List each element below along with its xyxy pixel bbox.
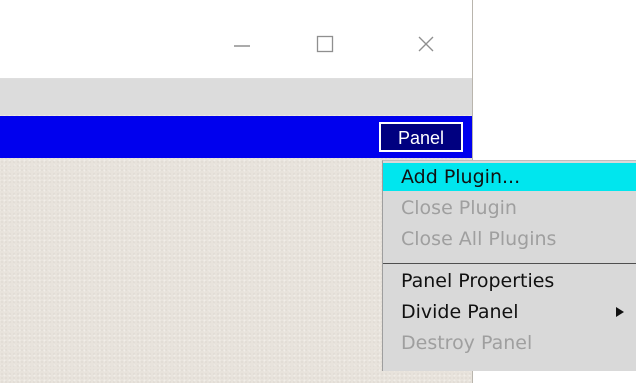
menu-item-divide-panel-label: Divide Panel [401, 301, 519, 323]
panel-context-menu: Add Plugin... Close Plugin Close All Plu… [382, 160, 636, 371]
menu-item-close-all-plugins: Close All Plugins [401, 228, 557, 250]
maximize-icon [316, 35, 334, 53]
menu-item-panel-properties[interactable]: Panel Properties [383, 267, 636, 295]
title-bar [0, 0, 472, 79]
submenu-arrow-icon [616, 307, 624, 317]
toolbar-strip [0, 79, 472, 115]
menu-item-divide-panel[interactable]: Divide Panel [383, 298, 636, 326]
menu-item-close-plugin: Close Plugin [401, 197, 517, 219]
menu-separator [383, 263, 636, 264]
panel-menu-button[interactable]: Panel [379, 122, 463, 152]
maximize-button[interactable] [305, 24, 345, 64]
menu-item-add-plugin[interactable]: Add Plugin... [383, 163, 636, 191]
minimize-icon [234, 45, 250, 47]
minimize-button[interactable] [222, 24, 262, 64]
menu-item-destroy-panel: Destroy Panel [401, 332, 533, 354]
close-icon [418, 36, 434, 52]
close-button[interactable] [406, 24, 446, 64]
